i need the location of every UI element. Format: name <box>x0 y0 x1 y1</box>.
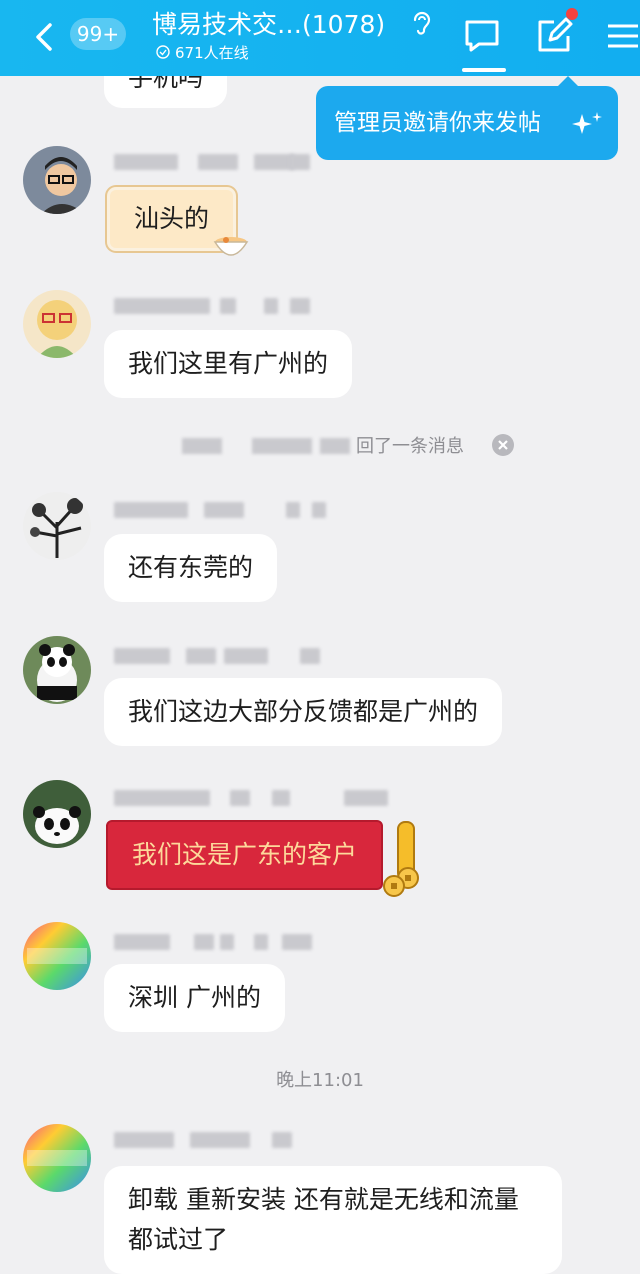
chat-header: 99+ 博易技术交…(1078) 671人在线 <box>0 0 640 76</box>
scroll-coin-decoration-icon <box>383 821 419 897</box>
user-avatar[interactable] <box>23 492 91 560</box>
user-avatar[interactable] <box>23 636 91 704</box>
edit-post-icon[interactable] <box>534 16 574 56</box>
message-bubble[interactable]: 我们这里有广州的 <box>104 330 353 398</box>
message-text: 我们这是广东的客户 <box>132 840 358 869</box>
dismiss-icon[interactable] <box>492 434 514 456</box>
recall-notice: 回了一条消息 <box>180 432 520 460</box>
group-title[interactable]: 博易技术交…(1078) <box>152 5 385 41</box>
online-status-icon <box>156 45 170 59</box>
bowl-decoration-icon <box>213 237 249 256</box>
back-arrow-icon[interactable] <box>30 20 60 54</box>
sparkle-icon <box>572 112 602 134</box>
online-count: 671人在线 <box>175 44 249 62</box>
message-bubble[interactable]: 还有东莞的 <box>104 534 278 602</box>
message-bubble[interactable]: 卸载 重新安装 还有就是无线和流量都试过了 <box>104 1166 562 1274</box>
message-bubble[interactable]: 我们这是广东的客户 <box>106 820 384 890</box>
time-divider: 晚上11:01 <box>276 1070 364 1091</box>
menu-icon[interactable] <box>604 16 640 56</box>
active-tab-indicator <box>462 68 506 72</box>
user-avatar[interactable] <box>23 1124 91 1192</box>
notification-dot <box>566 8 578 20</box>
unread-badge[interactable]: 99+ <box>70 18 126 50</box>
recall-text: 回了一条消息 <box>356 436 464 457</box>
admin-invite-text: 管理员邀请你来发帖 <box>334 110 541 136</box>
admin-invite-popup[interactable]: 管理员邀请你来发帖 <box>316 76 618 160</box>
message-text: 汕头的 <box>134 204 210 233</box>
user-avatar[interactable] <box>23 780 91 848</box>
message-bubble[interactable]: 我们这边大部分反馈都是广州的 <box>104 678 503 746</box>
popup-pointer <box>558 76 578 86</box>
ear-icon[interactable] <box>410 10 432 36</box>
message-bubble[interactable]: 深圳 广州的 <box>104 964 285 1032</box>
user-avatar[interactable] <box>23 922 91 990</box>
chat-bubble-icon[interactable] <box>462 16 502 56</box>
user-avatar[interactable] <box>23 146 91 214</box>
user-avatar[interactable] <box>23 290 91 358</box>
